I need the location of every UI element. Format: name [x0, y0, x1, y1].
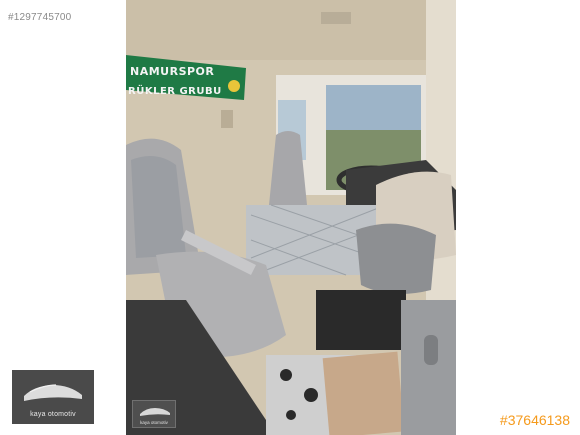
banner-line1: NAMURSPOR	[130, 65, 214, 78]
listing-id: #1297745700	[8, 12, 72, 23]
dealer-name: kaya otomotiv	[30, 411, 76, 418]
truck-cabin-photo: NAMURSPOR RÜKLER GRUBU	[126, 0, 456, 435]
dealer-watermark-logo-small: kaya otomotiv	[132, 400, 176, 428]
ad-code: #37646138	[499, 412, 570, 428]
banner-line2: RÜKLER GRUBU	[128, 83, 222, 97]
dealer-watermark-logo: kaya otomotiv	[12, 370, 94, 424]
dealer-name-small: kaya otomotiv	[140, 420, 168, 425]
